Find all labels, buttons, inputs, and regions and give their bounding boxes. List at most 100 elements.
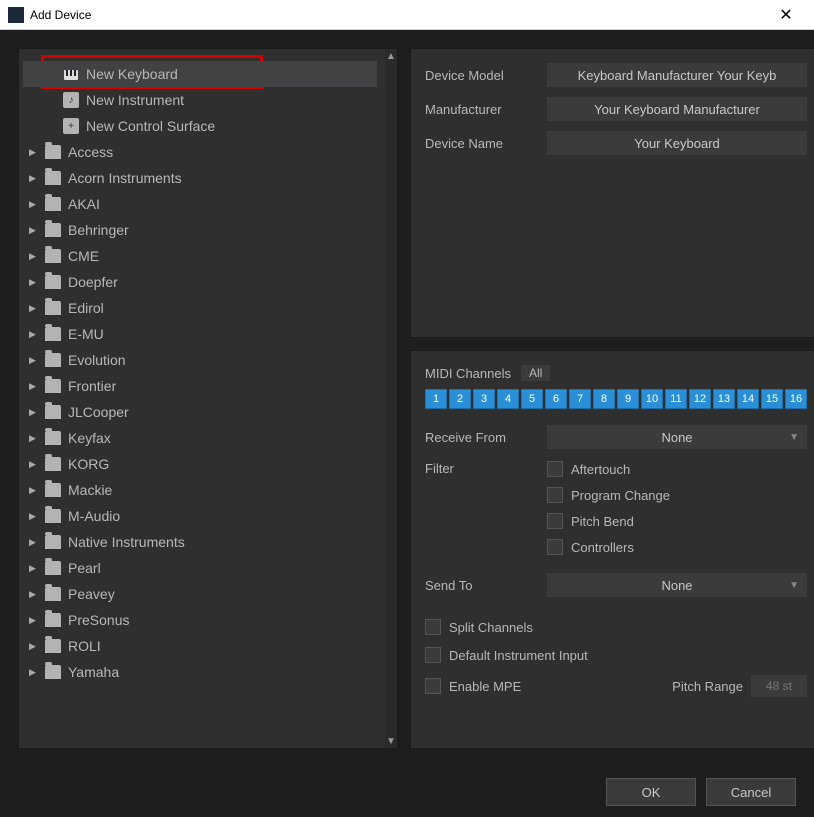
manufacturer-field[interactable]: Your Keyboard Manufacturer [547,97,807,121]
tree-folder-keyfax[interactable]: ▶Keyfax [23,425,377,451]
tree-item-new-keyboard[interactable]: New Keyboard [23,61,377,87]
midi-channel-2[interactable]: 2 [449,389,471,409]
disclosure-triangle-icon[interactable]: ▶ [29,641,39,652]
ok-button[interactable]: OK [606,778,696,806]
tree-folder-yamaha[interactable]: ▶Yamaha [23,659,377,685]
disclosure-triangle-icon[interactable]: ▶ [29,225,39,236]
enable-mpe-checkbox[interactable] [425,678,441,694]
midi-channel-3[interactable]: 3 [473,389,495,409]
tree-folder-roli[interactable]: ▶ ROLI [23,633,377,659]
tree-item-new-control-surface[interactable]: +New Control Surface [23,113,377,139]
tree-item-label: Acorn Instruments [68,170,182,186]
tree-folder-korg[interactable]: ▶KORG [23,451,377,477]
disclosure-triangle-icon[interactable]: ▶ [29,251,39,262]
disclosure-triangle-icon[interactable]: ▶ [29,329,39,340]
scroll-down-icon[interactable]: ▼ [385,734,397,748]
device-model-field[interactable]: Keyboard Manufacturer Your Keyb [547,63,807,87]
window-title: Add Device [30,8,91,22]
filter-checkbox[interactable] [547,487,563,503]
tree-folder-mackie[interactable]: ▶Mackie [23,477,377,503]
midi-channel-4[interactable]: 4 [497,389,519,409]
midi-channel-9[interactable]: 9 [617,389,639,409]
disclosure-triangle-icon[interactable]: ▶ [29,407,39,418]
tree-folder-peavey[interactable]: ▶Peavey [23,581,377,607]
dialog-buttons: OK Cancel [0,767,814,817]
midi-channel-5[interactable]: 5 [521,389,543,409]
midi-all-button[interactable]: All [521,365,550,381]
enable-mpe-label: Enable MPE [449,679,521,694]
disclosure-triangle-icon[interactable]: ▶ [29,615,39,626]
tree-folder-akai[interactable]: ▶AKAI [23,191,377,217]
pitch-range-input[interactable]: 48 st [751,675,807,697]
split-channels-label: Split Channels [449,620,533,635]
tree-folder-access[interactable]: ▶Access [23,139,377,165]
scroll-up-icon[interactable]: ▲ [385,49,397,63]
receive-from-value: None [661,430,692,445]
send-to-select[interactable]: None ▼ [547,573,807,597]
tree-folder-cme[interactable]: ▶ CME [23,243,377,269]
midi-channel-14[interactable]: 14 [737,389,759,409]
tree-folder-m-audio[interactable]: ▶M-Audio [23,503,377,529]
device-tree[interactable]: New Keyboard♪New Instrument+New Control … [19,49,385,748]
tree-item-label: ROLI [68,638,101,654]
midi-channel-15[interactable]: 15 [761,389,783,409]
filter-pitch-bend: Pitch Bend [547,513,807,529]
tree-folder-behringer[interactable]: ▶Behringer [23,217,377,243]
split-channels-checkbox[interactable] [425,619,441,635]
midi-channel-1[interactable]: 1 [425,389,447,409]
disclosure-triangle-icon[interactable]: ▶ [29,667,39,678]
tree-folder-doepfer[interactable]: ▶Doepfer [23,269,377,295]
tree-folder-acorn-instruments[interactable]: ▶ Acorn Instruments [23,165,377,191]
tree-folder-e-mu[interactable]: ▶E-MU [23,321,377,347]
device-name-field[interactable]: Your Keyboard [547,131,807,155]
midi-channel-16[interactable]: 16 [785,389,807,409]
midi-channel-10[interactable]: 10 [641,389,663,409]
tree-item-new-instrument[interactable]: ♪New Instrument [23,87,377,113]
filter-options: AftertouchProgram ChangePitch BendContro… [547,461,807,561]
midi-channel-13[interactable]: 13 [713,389,735,409]
folder-icon [45,509,61,523]
disclosure-triangle-icon[interactable]: ▶ [29,199,39,210]
disclosure-triangle-icon[interactable]: ▶ [29,433,39,444]
tree-scrollbar[interactable]: ▲ ▼ [385,49,397,748]
folder-icon [45,275,61,289]
disclosure-triangle-icon[interactable]: ▶ [29,485,39,496]
filter-checkbox[interactable] [547,513,563,529]
split-channels-row: Split Channels [425,619,807,635]
close-button[interactable]: ✕ [766,1,806,29]
disclosure-triangle-icon[interactable]: ▶ [29,563,39,574]
midi-channel-7[interactable]: 7 [569,389,591,409]
midi-channel-8[interactable]: 8 [593,389,615,409]
tree-folder-native-instruments[interactable]: ▶Native Instruments [23,529,377,555]
midi-channel-11[interactable]: 11 [665,389,687,409]
tree-item-label: CME [68,248,99,264]
filter-aftertouch: Aftertouch [547,461,807,477]
disclosure-triangle-icon[interactable]: ▶ [29,381,39,392]
disclosure-triangle-icon[interactable]: ▶ [29,173,39,184]
filter-checkbox[interactable] [547,539,563,555]
chevron-down-icon: ▼ [789,580,799,591]
tree-folder-edirol[interactable]: ▶Edirol [23,295,377,321]
filter-checkbox[interactable] [547,461,563,477]
disclosure-triangle-icon[interactable]: ▶ [29,537,39,548]
tree-folder-jlcooper[interactable]: ▶JLCooper [23,399,377,425]
disclosure-triangle-icon[interactable]: ▶ [29,459,39,470]
default-input-checkbox[interactable] [425,647,441,663]
cancel-button[interactable]: Cancel [706,778,796,806]
properties-panel: Device Model Keyboard Manufacturer Your … [410,48,814,749]
receive-from-select[interactable]: None ▼ [547,425,807,449]
midi-channel-6[interactable]: 6 [545,389,567,409]
disclosure-triangle-icon[interactable]: ▶ [29,147,39,158]
midi-channel-12[interactable]: 12 [689,389,711,409]
disclosure-triangle-icon[interactable]: ▶ [29,355,39,366]
tree-folder-frontier[interactable]: ▶Frontier [23,373,377,399]
tree-folder-presonus[interactable]: ▶PreSonus [23,607,377,633]
chevron-down-icon: ▼ [789,432,799,443]
disclosure-triangle-icon[interactable]: ▶ [29,589,39,600]
tree-folder-evolution[interactable]: ▶Evolution [23,347,377,373]
disclosure-triangle-icon[interactable]: ▶ [29,511,39,522]
disclosure-triangle-icon[interactable]: ▶ [29,303,39,314]
default-input-label: Default Instrument Input [449,648,588,663]
tree-folder-pearl[interactable]: ▶Pearl [23,555,377,581]
disclosure-triangle-icon[interactable]: ▶ [29,277,39,288]
